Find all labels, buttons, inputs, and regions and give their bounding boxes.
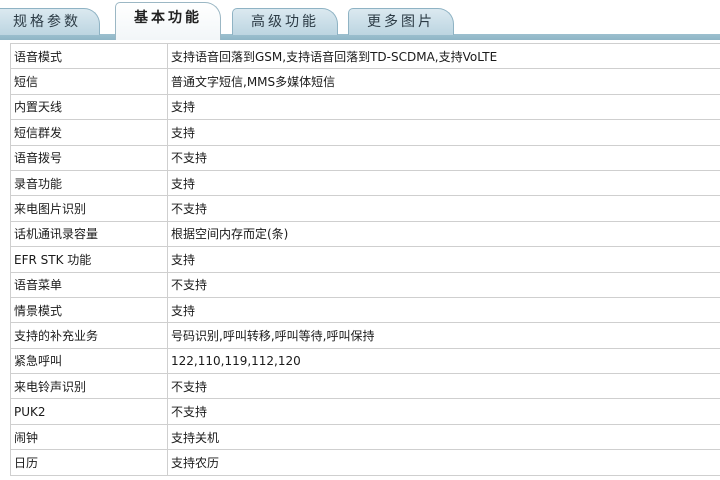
row-value: 普通文字短信,MMS多媒体短信 [167, 68, 720, 95]
table-row: 语音模式 支持语音回落到GSM,支持语音回落到TD-SCDMA,支持VoLTE [10, 42, 720, 70]
table-row: 来电铃声识别 不支持 [10, 373, 720, 400]
table-row: 语音菜单 不支持 [10, 271, 720, 298]
table-row: 录音功能 支持 [10, 169, 720, 197]
tab-advanced-functions[interactable]: 高级功能 [232, 8, 338, 35]
table-row: 短信群发 支持 [10, 119, 720, 146]
row-value: 支持 [167, 246, 720, 273]
row-label: 日历 [10, 449, 168, 476]
tab-specs[interactable]: 规格参数 [0, 8, 100, 35]
tab-basic-functions[interactable]: 基本功能 [115, 2, 221, 40]
table-row: 日历 支持农历 [10, 449, 720, 476]
row-value: 不支持 [167, 373, 720, 400]
table-row: 内置天线 支持 [10, 93, 720, 121]
table-row: 紧急呼叫 122,110,119,112,120 [10, 347, 720, 375]
table-row: 闹钟 支持关机 [10, 423, 720, 451]
table-row: 短信 普通文字短信,MMS多媒体短信 [10, 68, 720, 95]
row-value: 根据空间内存而定(条) [167, 220, 720, 248]
row-value: 122,110,119,112,120 [167, 347, 720, 375]
table-row: PUK2 不支持 [10, 398, 720, 425]
row-label: EFR STK 功能 [10, 246, 168, 273]
row-label: 短信群发 [10, 119, 168, 146]
row-label: 支持的补充业务 [10, 322, 168, 349]
tab-more-images[interactable]: 更多图片 [348, 8, 454, 35]
spec-table: 语音模式 支持语音回落到GSM,支持语音回落到TD-SCDMA,支持VoLTE 短信… [10, 42, 720, 476]
row-label: 短信 [10, 68, 168, 95]
row-label: 紧急呼叫 [10, 347, 168, 375]
row-value: 支持 [167, 169, 720, 197]
row-value: 支持农历 [167, 449, 720, 476]
row-value: 不支持 [167, 195, 720, 222]
row-label: PUK2 [10, 398, 168, 425]
tab-bar: 规格参数 基本功能 高级功能 更多图片 [0, 0, 720, 40]
table-row: 情景模式 支持 [10, 296, 720, 324]
row-label: 录音功能 [10, 169, 168, 197]
row-label: 语音模式 [10, 42, 168, 70]
row-value: 不支持 [167, 271, 720, 298]
row-label: 内置天线 [10, 93, 168, 121]
row-value: 支持语音回落到GSM,支持语音回落到TD-SCDMA,支持VoLTE [167, 42, 720, 70]
table-row: 语音拨号 不支持 [10, 144, 720, 171]
table-row: 支持的补充业务 号码识别,呼叫转移,呼叫等待,呼叫保持 [10, 322, 720, 349]
row-label: 语音拨号 [10, 144, 168, 171]
row-value: 支持 [167, 93, 720, 121]
row-value: 号码识别,呼叫转移,呼叫等待,呼叫保持 [167, 322, 720, 349]
table-row: EFR STK 功能 支持 [10, 246, 720, 273]
row-label: 来电图片识别 [10, 195, 168, 222]
row-value: 支持 [167, 119, 720, 146]
row-value: 支持关机 [167, 423, 720, 451]
row-label: 语音菜单 [10, 271, 168, 298]
row-label: 情景模式 [10, 296, 168, 324]
row-label: 来电铃声识别 [10, 373, 168, 400]
row-value: 支持 [167, 296, 720, 324]
row-label: 闹钟 [10, 423, 168, 451]
row-label: 话机通讯录容量 [10, 220, 168, 248]
table-row: 话机通讯录容量 根据空间内存而定(条) [10, 220, 720, 248]
table-row: 来电图片识别 不支持 [10, 195, 720, 222]
row-value: 不支持 [167, 398, 720, 425]
row-value: 不支持 [167, 144, 720, 171]
